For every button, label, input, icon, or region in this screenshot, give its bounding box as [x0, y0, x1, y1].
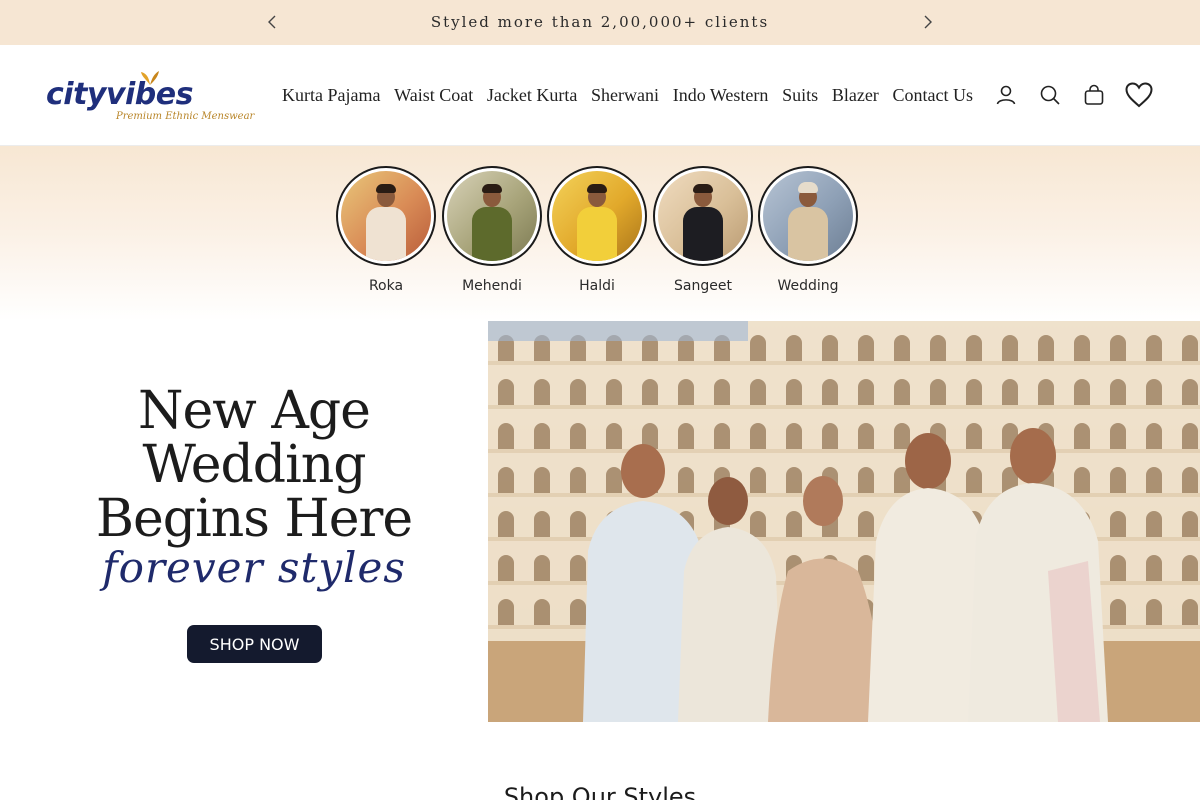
nav-blazer[interactable]: Blazer	[832, 85, 879, 106]
occasion-wedding[interactable]: Wedding	[758, 166, 858, 294]
nav-sherwani[interactable]: Sherwani	[591, 85, 659, 106]
occasion-sangeet[interactable]: Sangeet	[653, 166, 753, 294]
occasion-haldi[interactable]: Haldi	[547, 166, 647, 294]
occasion-avatar	[758, 166, 858, 266]
occasion-strip: Roka Mehendi Haldi Sangeet Wedding	[0, 146, 1200, 321]
hero-script-tagline: forever styles	[102, 543, 406, 592]
occasion-label: Wedding	[777, 278, 839, 294]
logo-wordmark: cityvibes	[46, 77, 193, 112]
main-nav: Kurta Pajama Waist Coat Jacket Kurta She…	[282, 85, 973, 106]
occasion-photo	[658, 171, 748, 261]
occasion-avatar	[336, 166, 436, 266]
announcement-text: Styled more than 2,00,000+ clients	[430, 13, 770, 31]
hero-headline-line-2: Wedding	[142, 435, 367, 495]
nav-contact-us[interactable]: Contact Us	[892, 85, 973, 106]
site-header: cityvibes Premium Ethnic Menswear Kurta …	[0, 45, 1200, 146]
occasion-avatar	[442, 166, 542, 266]
occasion-photo	[552, 171, 642, 261]
occasion-roka[interactable]: Roka	[336, 166, 436, 294]
occasion-avatar	[547, 166, 647, 266]
logo-tagline: Premium Ethnic Menswear	[116, 111, 255, 122]
hero-photo-illustration	[488, 321, 1200, 722]
occasion-label: Haldi	[579, 278, 615, 294]
nav-kurta-pajama[interactable]: Kurta Pajama	[282, 85, 380, 106]
cart-bag-icon[interactable]	[1082, 83, 1106, 107]
occasion-photo	[763, 171, 853, 261]
nav-suits[interactable]: Suits	[782, 85, 818, 106]
hero-headline-line-1: New Age	[138, 381, 371, 441]
hero-headline-line-3: Begins Here	[95, 489, 413, 549]
account-icon[interactable]	[994, 83, 1018, 107]
occasion-avatar	[653, 166, 753, 266]
nav-waist-coat[interactable]: Waist Coat	[394, 85, 473, 106]
occasion-label: Mehendi	[462, 278, 522, 294]
occasion-photo	[341, 171, 431, 261]
occasion-label: Sangeet	[674, 278, 732, 294]
nav-indo-western[interactable]: Indo Western	[673, 85, 769, 106]
nav-jacket-kurta[interactable]: Jacket Kurta	[487, 85, 577, 106]
shop-now-button[interactable]: SHOP NOW	[187, 625, 322, 663]
hero-text-panel: New Age Wedding Begins Here forever styl…	[0, 321, 488, 722]
section-title: Shop Our Styles	[503, 783, 697, 800]
wishlist-heart-icon[interactable]	[1125, 82, 1153, 108]
brand-logo[interactable]: cityvibes Premium Ethnic Menswear	[46, 69, 254, 127]
hero-banner-image[interactable]	[488, 321, 1200, 722]
occasion-mehendi[interactable]: Mehendi	[442, 166, 542, 294]
chevron-right-icon[interactable]	[918, 13, 936, 31]
search-icon[interactable]	[1038, 83, 1062, 107]
occasion-label: Roka	[368, 278, 404, 294]
announcement-bar: Styled more than 2,00,000+ clients	[0, 0, 1200, 45]
occasion-photo	[447, 171, 537, 261]
